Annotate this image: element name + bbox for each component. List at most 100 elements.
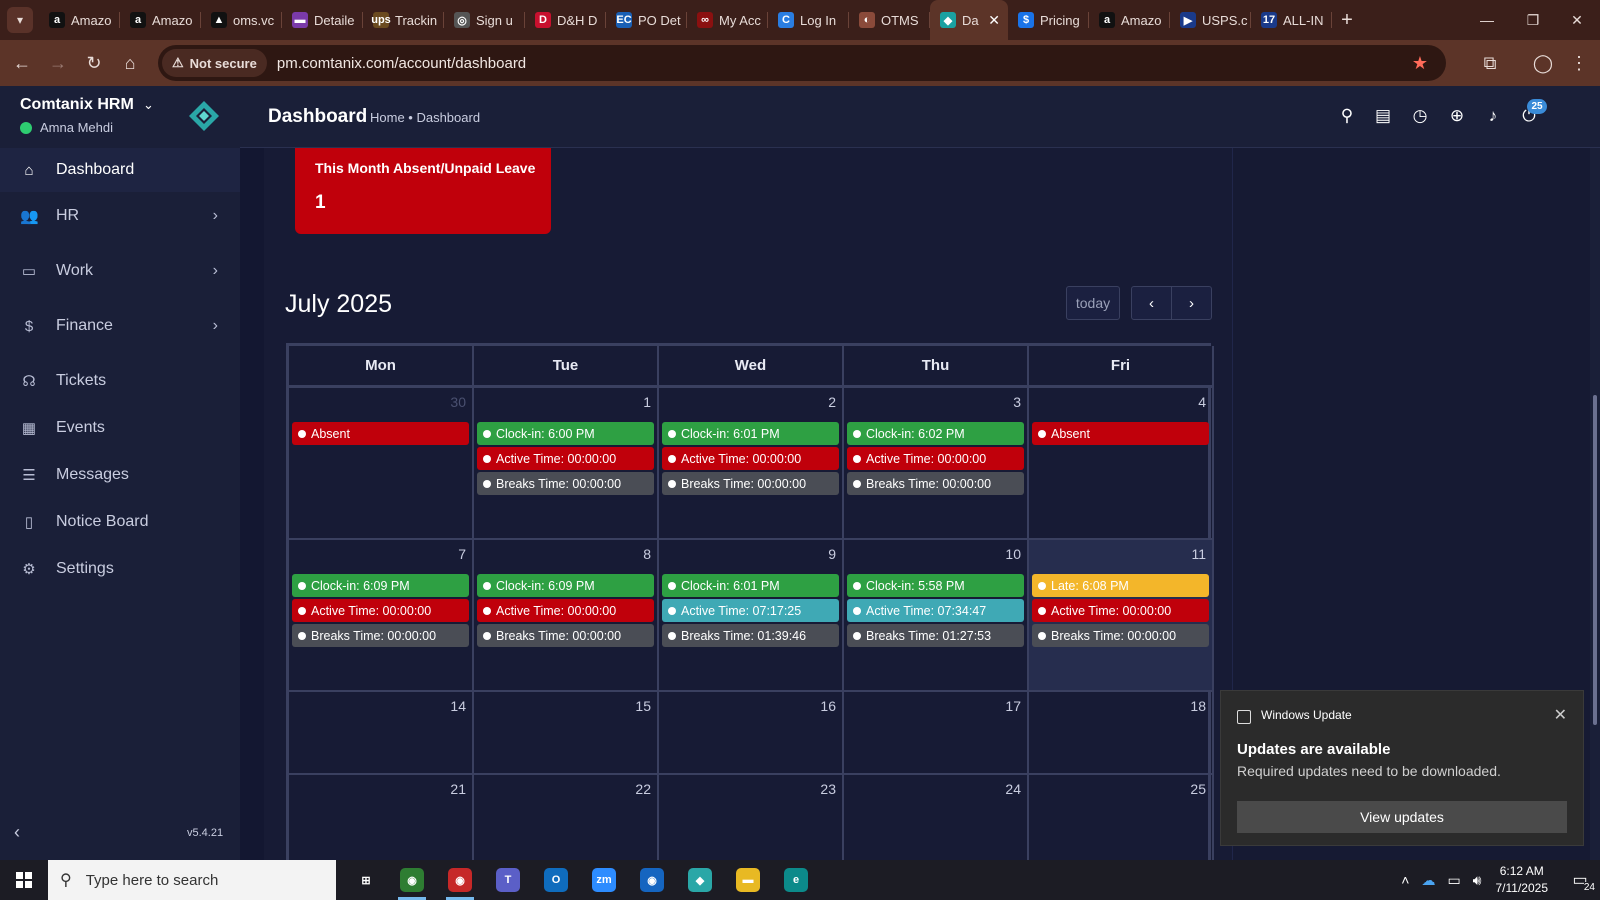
calendar-day-cell[interactable]: 1 Clock-in: 6:00 PM Active Time: 00:00:00 B… (474, 388, 659, 540)
calendar-event[interactable]: Late: 6:08 PM (1032, 574, 1209, 597)
chevron-up-icon[interactable]: ˄ (1401, 872, 1409, 888)
home-page-icon[interactable]: ⌂ (112, 45, 148, 81)
calendar-event[interactable]: Clock-in: 6:00 PM (477, 422, 654, 445)
taskbar-app-outlook[interactable]: O (532, 860, 580, 900)
sidebar-item-dashboard[interactable]: ⌂ Dashboard (0, 148, 240, 192)
taskbar-search-box[interactable]: ⚲ Type here to search (48, 860, 336, 900)
onedrive-icon[interactable]: ☁ (1421, 872, 1435, 889)
day-number[interactable]: 9 (828, 546, 836, 562)
calendar-day-cell[interactable]: 11 Late: 6:08 PM Active Time: 00:00:00 Brea… (1029, 540, 1214, 692)
calendar-day-cell[interactable]: 21 (289, 775, 474, 863)
browser-tab[interactable]: ▬ Detaile (282, 0, 363, 40)
browser-tab[interactable]: ◆ Da ✕ (930, 0, 1008, 40)
notes-icon[interactable]: ▤ (1371, 104, 1395, 128)
browser-tab[interactable]: a Amazo (1089, 0, 1170, 40)
calendar-day-cell[interactable]: 4 Absent (1029, 388, 1214, 540)
day-number[interactable]: 4 (1198, 394, 1206, 410)
chevron-down-icon[interactable]: ⌄ (143, 97, 154, 113)
forward-icon[interactable]: → (40, 45, 76, 81)
brand-name[interactable]: Comtanix HRM (20, 96, 134, 114)
browser-tab[interactable]: a Amazo (120, 0, 201, 40)
browser-tab[interactable]: ◐ OTMS (849, 0, 930, 40)
browser-tab[interactable]: EC PO Det (606, 0, 687, 40)
day-number[interactable]: 25 (1190, 781, 1206, 797)
taskbar-app-chrome-2[interactable]: ◉ (628, 860, 676, 900)
day-number[interactable]: 2 (828, 394, 836, 410)
calendar-event[interactable]: Breaks Time: 00:00:00 (292, 624, 469, 647)
close-icon[interactable]: ✕ (1554, 705, 1567, 725)
collapse-sidebar-icon[interactable]: ‹ (14, 822, 20, 843)
calendar-event[interactable]: Active Time: 07:17:25 (662, 599, 839, 622)
browser-tab[interactable]: ▶ USPS.c (1170, 0, 1251, 40)
calendar-day-cell[interactable]: 10 Clock-in: 5:58 PM Active Time: 07:34:47… (844, 540, 1029, 692)
calendar-day-cell[interactable]: 8 Clock-in: 6:09 PM Active Time: 00:00:00 B… (474, 540, 659, 692)
calendar-event[interactable]: Absent (1032, 422, 1209, 445)
calendar-event[interactable]: Breaks Time: 00:00:00 (662, 472, 839, 495)
sidebar-item-work[interactable]: ▭ Work › (0, 249, 240, 293)
calendar-day-cell[interactable]: 22 (474, 775, 659, 863)
view-updates-button[interactable]: View updates (1237, 801, 1567, 833)
taskbar-app-chrome-profile[interactable]: ◉ (436, 860, 484, 900)
calendar-day-cell[interactable]: 24 (844, 775, 1029, 863)
profile-icon[interactable]: ◯ (1525, 45, 1561, 81)
calendar-event[interactable]: Breaks Time: 00:00:00 (477, 624, 654, 647)
bookmark-star-icon[interactable]: ★ (1412, 53, 1428, 74)
today-button[interactable]: today (1066, 286, 1120, 320)
browser-tab[interactable]: 17 ALL-IN (1251, 0, 1332, 40)
calendar-day-cell[interactable]: 25 (1029, 775, 1214, 863)
minimize-button[interactable]: — (1464, 0, 1510, 40)
calendar-event[interactable]: Active Time: 00:00:00 (292, 599, 469, 622)
taskbar-app-teams[interactable]: T (484, 860, 532, 900)
day-number[interactable]: 1 (643, 394, 651, 410)
taskbar-app-zoom[interactable]: zm (580, 860, 628, 900)
taskbar-app-file-explorer[interactable]: ▬ (724, 860, 772, 900)
search-icon[interactable]: ⚲ (1335, 104, 1359, 128)
calendar-day-cell[interactable]: 17 (844, 692, 1029, 775)
browser-tab[interactable]: ups Trackin (363, 0, 444, 40)
browser-tab[interactable]: ∞ My Acc (687, 0, 768, 40)
calendar-event[interactable]: Clock-in: 6:09 PM (292, 574, 469, 597)
scrollbar-thumb[interactable] (1593, 395, 1597, 725)
day-number[interactable]: 18 (1190, 698, 1206, 714)
sidebar-item-events[interactable]: ▦ Events (0, 406, 240, 450)
taskbar-app-edge[interactable]: e (772, 860, 820, 900)
clock[interactable]: 6:12 AM 7/11/2025 (1496, 863, 1549, 897)
browser-tab[interactable]: $ Pricing (1008, 0, 1089, 40)
calendar-day-cell[interactable]: 15 (474, 692, 659, 775)
calendar-event[interactable]: Clock-in: 6:01 PM (662, 422, 839, 445)
calendar-event[interactable]: Active Time: 00:00:00 (662, 447, 839, 470)
day-number[interactable]: 11 (1191, 546, 1206, 562)
new-tab-button[interactable]: + (1332, 9, 1362, 32)
day-number[interactable]: 3 (1013, 394, 1021, 410)
day-number[interactable]: 17 (1005, 698, 1021, 714)
calendar-event[interactable]: Breaks Time: 00:00:00 (477, 472, 654, 495)
restore-button[interactable]: ❐ (1510, 0, 1556, 40)
sidebar-item-tickets[interactable]: ☊ Tickets (0, 359, 240, 403)
day-number[interactable]: 16 (820, 698, 836, 714)
day-number[interactable]: 30 (450, 394, 466, 410)
action-center-button[interactable]: ▭ 24 (1560, 860, 1600, 900)
bell-icon[interactable]: ♪ (1481, 104, 1505, 128)
url-text[interactable]: pm.comtanix.com/account/dashboard (277, 55, 526, 72)
start-button[interactable] (0, 860, 48, 900)
calendar-day-cell[interactable]: 7 Clock-in: 6:09 PM Active Time: 00:00:00 B… (289, 540, 474, 692)
close-tab-icon[interactable]: ✕ (988, 12, 1000, 29)
calendar-day-cell[interactable]: 18 (1029, 692, 1214, 775)
calendar-event[interactable]: Active Time: 00:00:00 (847, 447, 1024, 470)
day-number[interactable]: 10 (1005, 546, 1021, 562)
breadcrumb[interactable]: Home • Dashboard (370, 110, 480, 125)
sidebar-item-finance[interactable]: $ Finance › (0, 304, 240, 348)
browser-tab[interactable]: ◎ Sign u (444, 0, 525, 40)
calendar-day-cell[interactable]: 2 Clock-in: 6:01 PM Active Time: 00:00:00 B… (659, 388, 844, 540)
not-secure-badge[interactable]: ⚠ Not secure (162, 49, 267, 77)
browser-tab[interactable]: D D&H D (525, 0, 606, 40)
browser-tab[interactable]: ▲ oms.vc (201, 0, 282, 40)
calendar-day-cell[interactable]: 3 Clock-in: 6:02 PM Active Time: 00:00:00 B… (844, 388, 1029, 540)
volume-icon[interactable]: 🔊︎ (1473, 872, 1482, 889)
day-number[interactable]: 7 (458, 546, 466, 562)
calendar-event[interactable]: Clock-in: 6:01 PM (662, 574, 839, 597)
next-month-button[interactable]: › (1171, 286, 1212, 320)
sidebar-item-hr[interactable]: 👥 HR › (0, 194, 240, 238)
day-number[interactable]: 14 (450, 698, 466, 714)
extensions-icon[interactable]: ⧉ (1472, 45, 1508, 81)
